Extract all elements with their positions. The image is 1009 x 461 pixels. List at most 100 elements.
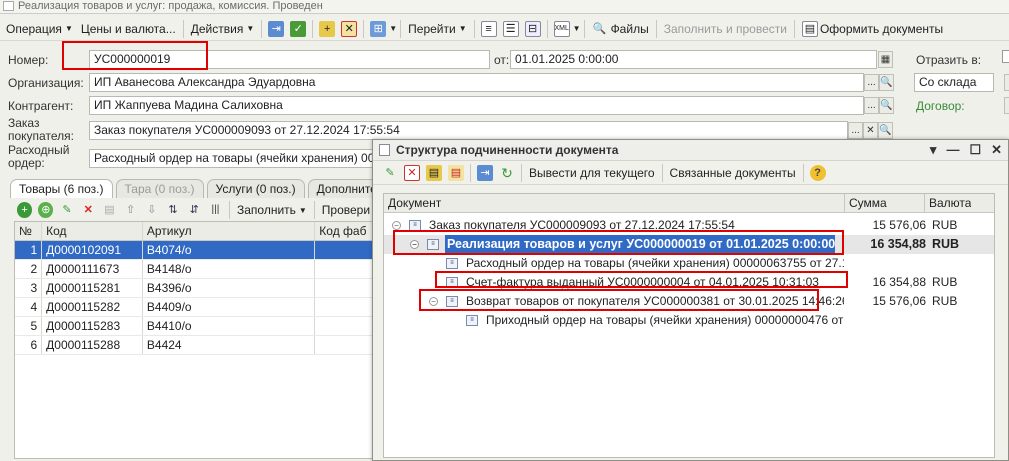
dropdown-arrow-icon[interactable]: ▼ — [389, 24, 397, 33]
actions-menu[interactable]: Действия ▼ — [187, 18, 259, 40]
header-article[interactable]: Артикул — [143, 222, 316, 240]
operation-label: Операция — [6, 21, 62, 36]
barcode-icon[interactable]: ||| — [208, 202, 223, 218]
maximize-icon[interactable]: ☐ — [969, 142, 981, 158]
check-button[interactable]: Провери — [318, 199, 374, 221]
open-counterparty-icon[interactable]: 🔍 — [879, 97, 894, 114]
buyer-order-field[interactable]: Заказ покупателя УС000009093 от 27.12.20… — [89, 121, 848, 140]
menu-chevron-icon[interactable]: ▾ — [930, 142, 937, 158]
expense-order-label: Расходный ордер: — [8, 144, 70, 170]
header-document[interactable]: Документ — [388, 194, 843, 213]
organization-label: Организация: — [8, 76, 84, 90]
structure-icon[interactable]: ⊟ — [524, 20, 541, 37]
movements-icon[interactable]: ⇥ — [477, 164, 493, 181]
end-edit-icon[interactable]: ▤ — [102, 202, 117, 218]
prices-currency-button[interactable]: Цены и валюта... — [77, 18, 180, 40]
expense-order-field[interactable]: Расходный ордер на товары (ячейки хранен… — [89, 149, 379, 168]
fill-and-post-button[interactable]: Заполнить и провести — [660, 18, 791, 40]
reflect-checkbox[interactable] — [1002, 50, 1009, 63]
edit-icon[interactable]: ✎ — [382, 165, 398, 181]
grid-toolbar: + ⊕ ✎ ✕ ▤ ⇧ ⇩ ⇅ ⇵ ||| Заполнить ▼ Провери — [14, 199, 374, 221]
add-row-icon[interactable]: + — [17, 202, 33, 218]
warehouse-field[interactable]: Со склада — [914, 73, 994, 92]
number-highlight-box — [62, 41, 208, 70]
select-counterparty-button[interactable]: ... — [864, 97, 879, 114]
select-organization-button[interactable]: ... — [864, 74, 879, 91]
dropdown-arrow-icon[interactable]: ▼ — [573, 24, 581, 33]
tree-row-receipt-order[interactable]: ≡ Приходный ордер на товары (ячейки хран… — [384, 311, 994, 330]
hierarchy-icon[interactable]: ⊞ — [370, 20, 387, 37]
move-up-icon[interactable]: ⇧ — [123, 202, 138, 218]
select-warehouse-button[interactable]: . — [1004, 74, 1009, 91]
calendar-icon[interactable]: ▦ — [878, 51, 893, 68]
table-row[interactable]: 4 Д0000115282 B4409/o — [15, 298, 373, 317]
post-icon[interactable]: ▤ — [426, 164, 442, 181]
row-document: Приходный ордер на товары (ячейки хранен… — [486, 313, 844, 327]
header-manufacturer-code[interactable]: Код фаб — [315, 222, 373, 240]
open-buyer-order-icon[interactable]: 🔍 — [878, 122, 893, 139]
show-for-current-button[interactable]: Вывести для текущего — [525, 162, 659, 184]
copy-document-icon[interactable]: + — [319, 20, 336, 37]
header-sum[interactable]: Сумма — [849, 194, 887, 213]
table-header: № Код Артикул Код фаб — [15, 222, 373, 241]
table-row[interactable]: 2 Д0000111673 B4148/o — [15, 260, 373, 279]
movements-icon[interactable]: ≡ — [480, 20, 497, 37]
date-field[interactable]: 01.01.2025 0:00:00 — [510, 50, 877, 69]
table-row[interactable]: 3 Д0000115281 B4396/o — [15, 279, 373, 298]
row-manufacturer-code — [315, 279, 373, 297]
delete-mark-icon[interactable]: ✕ — [404, 164, 420, 181]
post-document-icon[interactable]: ⇥ — [268, 20, 285, 37]
delete-row-icon[interactable]: ✕ — [81, 202, 96, 218]
organization-field[interactable]: ИП Аванесова Александра Эдуардовна — [89, 73, 864, 92]
collapse-icon[interactable]: − — [392, 221, 401, 230]
refresh-icon[interactable]: ↻ — [499, 165, 515, 181]
tab-services[interactable]: Услуги (0 поз.) — [206, 179, 305, 198]
header-number[interactable]: № — [15, 222, 43, 240]
row-manufacturer-code — [315, 317, 373, 335]
copy-row-icon[interactable]: ⊕ — [38, 202, 54, 218]
document-icon — [379, 144, 390, 156]
related-documents-button[interactable]: Связанные документы — [666, 162, 800, 184]
operation-menu[interactable]: Операция ▼ — [2, 18, 77, 40]
row-article: B4148/o — [143, 260, 316, 278]
minimize-icon[interactable]: — — [946, 142, 959, 158]
unpost-icon[interactable]: ▤ — [448, 164, 464, 181]
save-post-close-icon[interactable]: ✓ — [290, 20, 307, 37]
open-organization-icon[interactable]: 🔍 — [879, 74, 894, 91]
report-icon[interactable]: ☰ — [502, 20, 519, 37]
current-document-highlight-box — [393, 230, 844, 255]
files-button[interactable]: 🔍 Файлы — [588, 18, 653, 40]
header-currency[interactable]: Валюта — [929, 194, 971, 213]
move-down-icon[interactable]: ⇩ — [144, 202, 159, 218]
clear-buyer-order-icon[interactable]: ✕ — [863, 122, 878, 139]
sort-desc-icon[interactable]: ⇵ — [187, 202, 202, 218]
header-code[interactable]: Код — [42, 222, 143, 240]
column-divider — [844, 194, 845, 213]
close-icon[interactable]: ✕ — [991, 142, 1002, 158]
actions-label: Действия — [190, 21, 244, 36]
edit-row-icon[interactable]: ✎ — [59, 202, 74, 218]
help-icon[interactable]: ? — [809, 164, 826, 181]
table-row[interactable]: 1 Д0000102091 B4074/o — [15, 241, 373, 260]
table-row[interactable]: 6 Д0000115288 B4424 — [15, 336, 373, 355]
goto-menu[interactable]: Перейти ▼ — [404, 18, 470, 40]
row-sum: 15 576,06 — [872, 218, 926, 232]
counterparty-field[interactable]: ИП Жаппуева Мадина Салиховна — [89, 96, 864, 115]
row-sum: 15 576,06 — [872, 294, 926, 308]
tree-header: Документ Сумма Валюта — [384, 194, 994, 213]
tab-packaging[interactable]: Тара (0 поз.) — [115, 179, 204, 198]
select-contract-button[interactable]: . — [1004, 97, 1009, 114]
return-highlight-box — [419, 289, 819, 311]
select-buyer-order-button[interactable]: ... — [848, 122, 863, 139]
xml-icon[interactable]: XML — [553, 20, 570, 37]
dialog-title-bar: Структура подчиненности документа ▾ — ☐ … — [373, 140, 1008, 161]
table-row[interactable]: 5 Д0000115283 B4410/o — [15, 317, 373, 336]
mark-delete-icon[interactable]: ✕ — [341, 20, 358, 37]
make-documents-button[interactable]: ▤ Оформить документы — [798, 18, 947, 40]
number-label: Номер: — [8, 53, 49, 67]
document-icon — [3, 1, 14, 11]
contract-label[interactable]: Договор: — [916, 99, 965, 113]
fill-menu[interactable]: Заполнить ▼ — [233, 199, 311, 221]
sort-asc-icon[interactable]: ⇅ — [165, 202, 180, 218]
tab-goods[interactable]: Товары (6 поз.) — [10, 179, 113, 198]
